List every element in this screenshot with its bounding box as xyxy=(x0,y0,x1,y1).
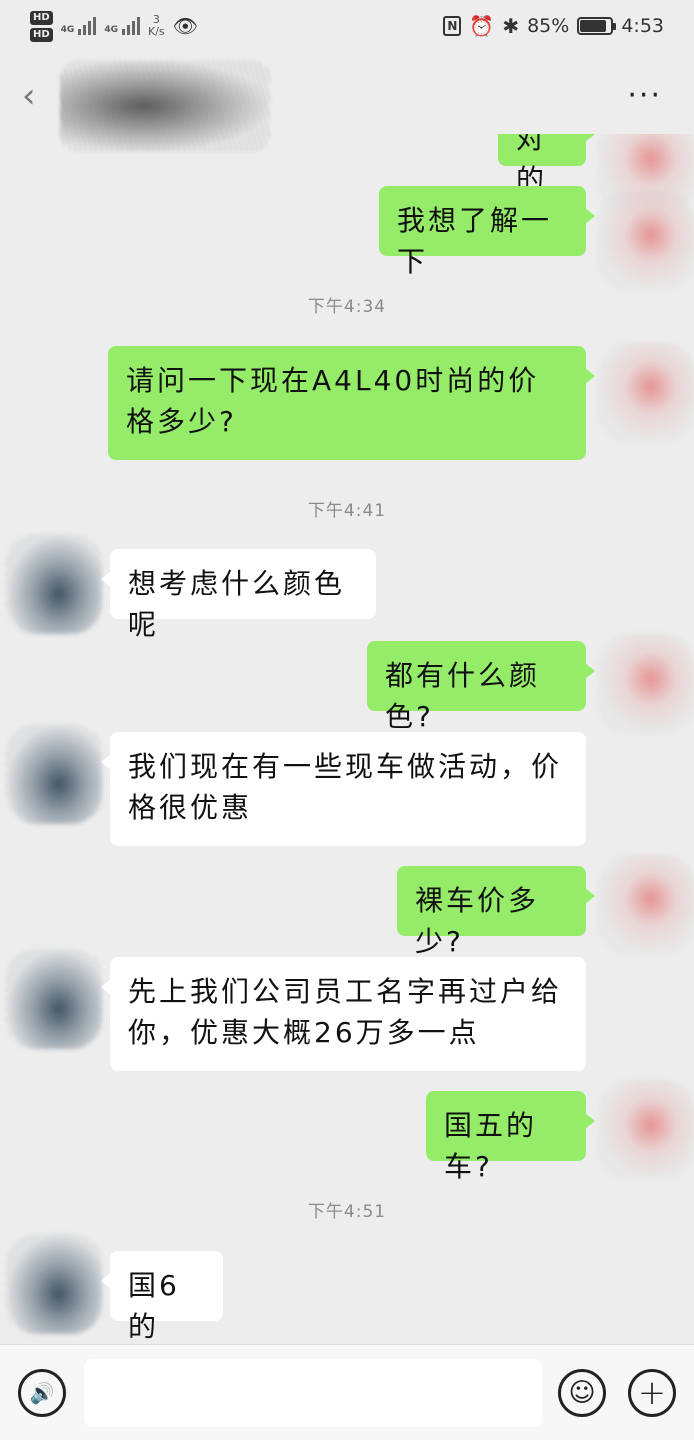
back-arrow-icon[interactable]: ‹ xyxy=(22,76,36,116)
self-avatar[interactable] xyxy=(598,342,694,442)
battery-percent: 85% xyxy=(527,15,570,37)
signal-icon: 4G xyxy=(61,17,97,35)
message-text-input[interactable] xyxy=(84,1359,542,1427)
contact-avatar[interactable] xyxy=(6,1234,102,1334)
message-bubble-sent[interactable]: 裸车价多少? xyxy=(397,866,595,958)
contact-avatar[interactable] xyxy=(6,724,102,824)
contact-avatar[interactable] xyxy=(6,949,102,1049)
network-type-label: 4G xyxy=(60,25,75,35)
message-bubble-received[interactable]: 先上我们公司员工名字再过户给你，优惠大概26万多一点 xyxy=(101,957,586,1071)
clock: 4:53 xyxy=(621,15,664,37)
message-bubble-sent[interactable]: 我想了解一下 xyxy=(379,186,595,278)
contact-avatar[interactable] xyxy=(6,534,102,634)
nfc-icon: N xyxy=(443,16,462,36)
message-bubble-received[interactable]: 想考虑什么颜色呢 xyxy=(101,549,376,641)
battery-icon xyxy=(577,17,617,35)
message-bubble-sent[interactable]: 国五的车? xyxy=(426,1091,595,1183)
message-bubble-sent[interactable]: 都有什么颜色? xyxy=(367,641,595,733)
message-bubble-sent[interactable]: 请问一下现在A4L40时尚的价格多少? xyxy=(108,346,595,460)
status-left: HD HD 4G 4G 3 K/s 👁 xyxy=(30,10,199,42)
message-bubble-received[interactable]: 国6的 xyxy=(101,1251,223,1343)
battery-level-fill xyxy=(580,20,606,32)
emoji-icon[interactable]: ☺ xyxy=(558,1369,606,1417)
network-speed-unit: K/s xyxy=(147,25,165,38)
signal-icon: 4G xyxy=(104,17,140,35)
self-avatar[interactable] xyxy=(598,854,694,954)
hd-icon: HD xyxy=(30,10,53,25)
message-timestamp: 下午4:51 xyxy=(307,1202,387,1222)
self-avatar[interactable] xyxy=(598,1080,694,1180)
eye-comfort-icon: 👁 xyxy=(172,14,199,38)
bluetooth-icon: ✱ xyxy=(502,14,520,38)
more-options-icon[interactable]: ··· xyxy=(627,78,662,113)
message-timestamp: 下午4:34 xyxy=(307,297,387,317)
network-type-label: 4G xyxy=(104,25,118,35)
status-bar: HD HD 4G 4G 3 K/s 👁 N ⏰ ✱ 85% 4:53 xyxy=(0,0,694,52)
status-right: N ⏰ ✱ 85% 4:53 xyxy=(443,14,664,38)
hd-indicators: HD HD xyxy=(30,10,53,42)
message-timestamp: 下午4:41 xyxy=(307,501,387,521)
message-input-bar: 🔊 ☺ + xyxy=(0,1344,694,1440)
message-bubble-sent[interactable]: 对的 xyxy=(498,134,595,196)
chat-message-list[interactable]: 对的 我想了解一下 下午4:34 请问一下现在A4L40时尚的价格多少? 下午4… xyxy=(0,134,694,1344)
alarm-icon: ⏰ xyxy=(469,14,495,38)
hd-icon: HD xyxy=(30,27,53,42)
plus-icon[interactable]: + xyxy=(628,1369,676,1417)
network-speed: 3 K/s xyxy=(148,14,165,38)
voice-input-icon[interactable]: 🔊 xyxy=(18,1369,66,1417)
message-bubble-received[interactable]: 我们现在有一些现车做活动，价格很优惠 xyxy=(101,732,586,846)
self-avatar[interactable] xyxy=(598,190,694,290)
chat-header: ‹ ··· xyxy=(0,52,694,152)
self-avatar[interactable] xyxy=(598,634,694,734)
